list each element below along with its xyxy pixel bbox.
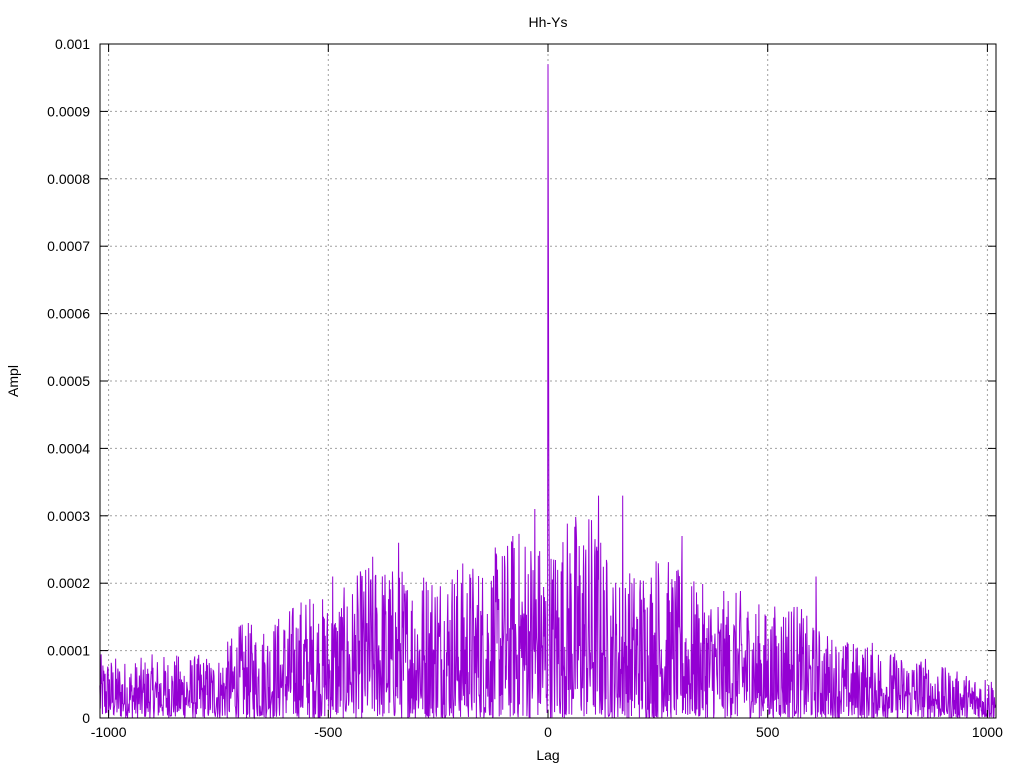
y-axis-label: Ampl <box>5 365 21 397</box>
y-tick-label: 0.0007 <box>47 238 90 254</box>
chart: Hh-Ys Lag Ampl 0 0.0001 0.0002 0.0003 0.0004… <box>5 14 1003 763</box>
y-tick-label: 0.0008 <box>47 171 90 187</box>
y-tick-label: 0.001 <box>55 36 90 52</box>
y-tick-label: 0.0005 <box>47 373 90 389</box>
y-tick-label: 0.0004 <box>47 440 90 456</box>
x-tick-label: 0 <box>544 724 552 740</box>
y-tick-label: 0.0002 <box>47 575 90 591</box>
y-tick-label: 0.0003 <box>47 508 90 524</box>
y-tick-label: 0.0001 <box>47 643 90 659</box>
y-tick-label: 0 <box>82 710 90 726</box>
x-tick-label: -500 <box>314 724 342 740</box>
x-tick-label: 500 <box>756 724 780 740</box>
chart-title: Hh-Ys <box>529 14 568 30</box>
y-tick-label: 0.0009 <box>47 103 90 119</box>
x-tick-label: 1000 <box>972 724 1003 740</box>
x-tick-label: -1000 <box>91 724 127 740</box>
x-axis-label: Lag <box>536 747 559 763</box>
series-layer <box>99 64 996 720</box>
series-line <box>99 64 996 720</box>
y-tick-label: 0.0006 <box>47 306 90 322</box>
